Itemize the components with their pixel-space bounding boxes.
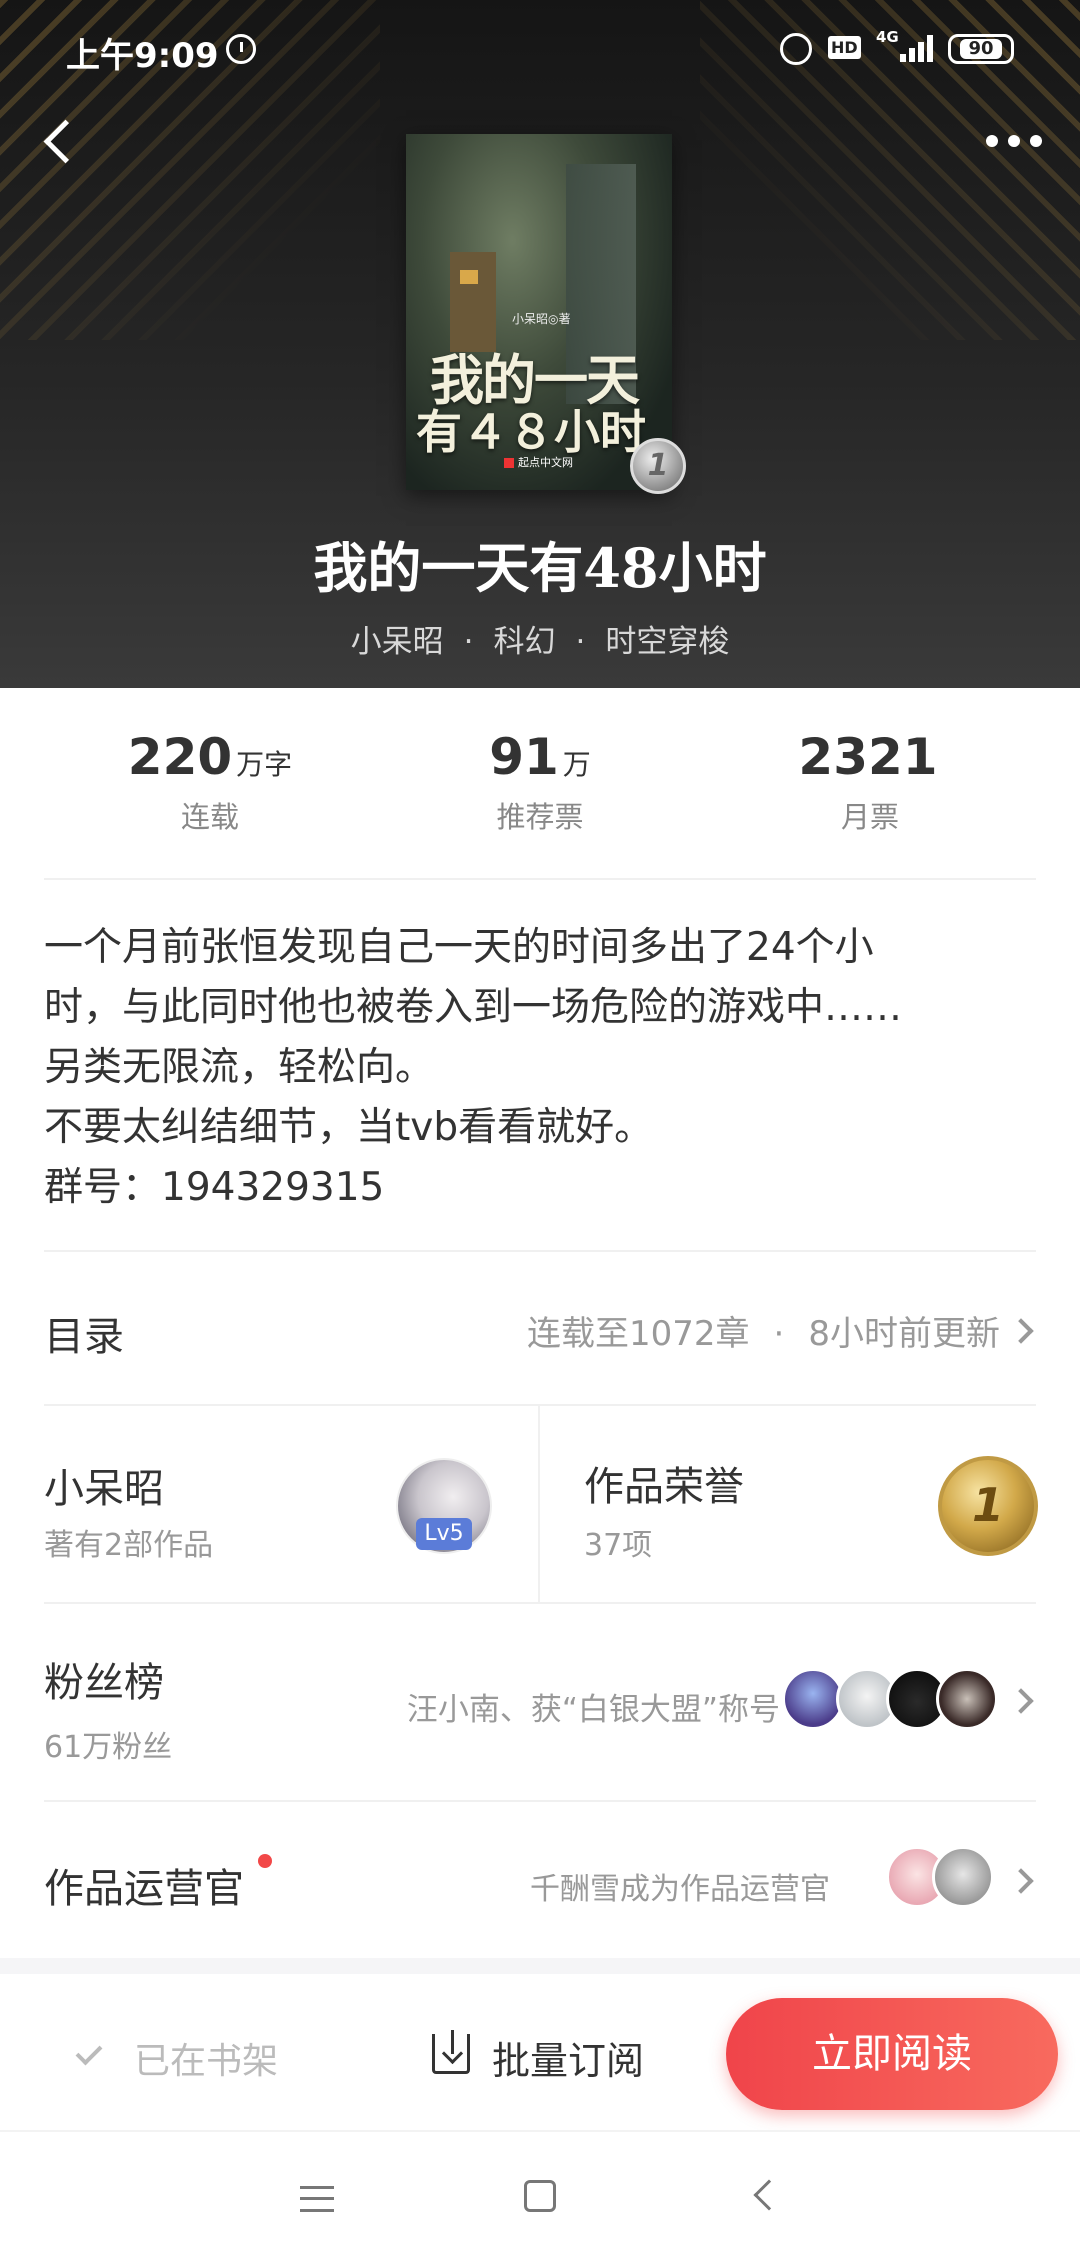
catalog-status: 连载至1072章 · 8小时前更新 xyxy=(527,1314,1000,1354)
alarm-icon xyxy=(780,33,812,65)
fans-count: 61万粉丝 xyxy=(44,1730,173,1765)
fan-avatar xyxy=(782,1668,844,1730)
batch-subscribe-label: 批量订阅 xyxy=(492,2039,645,2083)
fans-note: 汪小南、获“白银大盟”称号 xyxy=(406,1692,780,1728)
hd-icon: HD xyxy=(828,36,861,59)
catalog-title: 目录 xyxy=(44,1314,124,1360)
honor-medal-icon: 1 xyxy=(938,1456,1038,1556)
synopsis-line: 不要太纠结细节，当tvb看看就好。 xyxy=(44,1105,654,1150)
honors-title: 作品荣誉 xyxy=(584,1464,744,1510)
author-level-badge: Lv5 xyxy=(416,1518,472,1550)
divider xyxy=(44,878,1036,880)
battery-icon: 90 xyxy=(948,34,1014,64)
chevron-right-icon xyxy=(1008,1318,1034,1344)
menu-icon[interactable] xyxy=(300,2186,334,2212)
stat-word-count: 220 万字 连载 xyxy=(30,728,390,836)
meta-author[interactable]: 小呆昭 xyxy=(351,624,444,660)
stat-value: 91 xyxy=(489,728,559,786)
catalog-chapter-count: 连载至1072章 xyxy=(527,1314,750,1354)
network-type: 4G xyxy=(876,28,899,46)
signal-icon xyxy=(900,34,934,62)
stat-value: 2321 xyxy=(798,728,938,786)
divider xyxy=(44,1602,1036,1604)
fan-avatar xyxy=(936,1668,998,1730)
status-bar: 上午9:09 HD 4G 90 xyxy=(0,0,1080,100)
synopsis-line: 群号：194329315 xyxy=(44,1165,385,1210)
operator-avatar xyxy=(932,1846,994,1908)
meta-subgenre[interactable]: 时空穿梭 xyxy=(605,624,729,660)
cover-title-line2: 有４８小时 xyxy=(416,405,646,459)
divider xyxy=(44,1250,1036,1252)
back-button[interactable] xyxy=(40,114,80,170)
book-cover[interactable]: 小呆昭◎著 我的一天 有４８小时 起点中文网 xyxy=(406,134,672,490)
divider xyxy=(44,1404,1036,1406)
more-options-button[interactable] xyxy=(986,126,1050,156)
rank-badge-icon: 1 xyxy=(630,438,686,494)
book-synopsis[interactable]: 一个月前张恒发现自己一天的时间多出了24个小 时，与此同时他也被卷入到一场危险的… xyxy=(44,918,1044,1218)
author-works: 著有2部作品 xyxy=(44,1528,214,1563)
download-icon xyxy=(432,2030,470,2074)
cover-publisher: 起点中文网 xyxy=(504,454,573,470)
on-shelf-label: 已在书架 xyxy=(134,2041,279,2082)
read-now-button[interactable]: 立即阅读 xyxy=(726,1998,1058,2110)
stat-label: 月票 xyxy=(840,800,899,834)
stat-value: 220 xyxy=(127,728,233,786)
timer-icon xyxy=(226,34,256,64)
catalog-updated: 8小时前更新 xyxy=(808,1314,1000,1354)
status-time: 上午9:09 xyxy=(66,36,219,76)
section-separator xyxy=(0,1958,1080,1974)
synopsis-line: 另类无限流，轻松向。 xyxy=(44,1045,435,1090)
stat-monthly-votes[interactable]: 2321 月票 xyxy=(690,728,1050,836)
honors-count: 37项 xyxy=(584,1528,653,1563)
stat-unit: 万字 xyxy=(236,748,293,781)
operator-title: 作品运营官 xyxy=(44,1866,244,1912)
divider xyxy=(44,1800,1036,1802)
chevron-right-icon xyxy=(1008,1688,1034,1714)
chevron-right-icon xyxy=(1008,1868,1034,1894)
fans-title: 粉丝榜 xyxy=(44,1660,164,1706)
stat-label: 连载 xyxy=(180,800,239,834)
stat-recommend-votes[interactable]: 91 万 推荐票 xyxy=(360,728,720,836)
stat-unit: 万 xyxy=(562,748,591,781)
battery-level: 90 xyxy=(960,39,1002,59)
book-title: 我的一天有48小时 xyxy=(313,536,767,600)
stat-label: 推荐票 xyxy=(496,800,584,834)
divider xyxy=(538,1406,540,1602)
cover-author: 小呆昭◎著 xyxy=(512,312,571,326)
book-meta: 小呆昭 · 科幻 · 时空穿梭 xyxy=(350,624,730,660)
operator-note: 千酬雪成为作品运营官 xyxy=(530,1872,830,1907)
meta-genre[interactable]: 科幻 xyxy=(494,624,556,660)
synopsis-line: 时，与此同时他也被卷入到一场危险的游戏中…… xyxy=(44,985,903,1030)
home-icon[interactable] xyxy=(524,2180,556,2212)
synopsis-line: 一个月前张恒发现自己一天的时间多出了24个小 xyxy=(44,925,874,970)
author-name: 小呆昭 xyxy=(44,1466,164,1512)
notification-dot xyxy=(258,1854,272,1868)
